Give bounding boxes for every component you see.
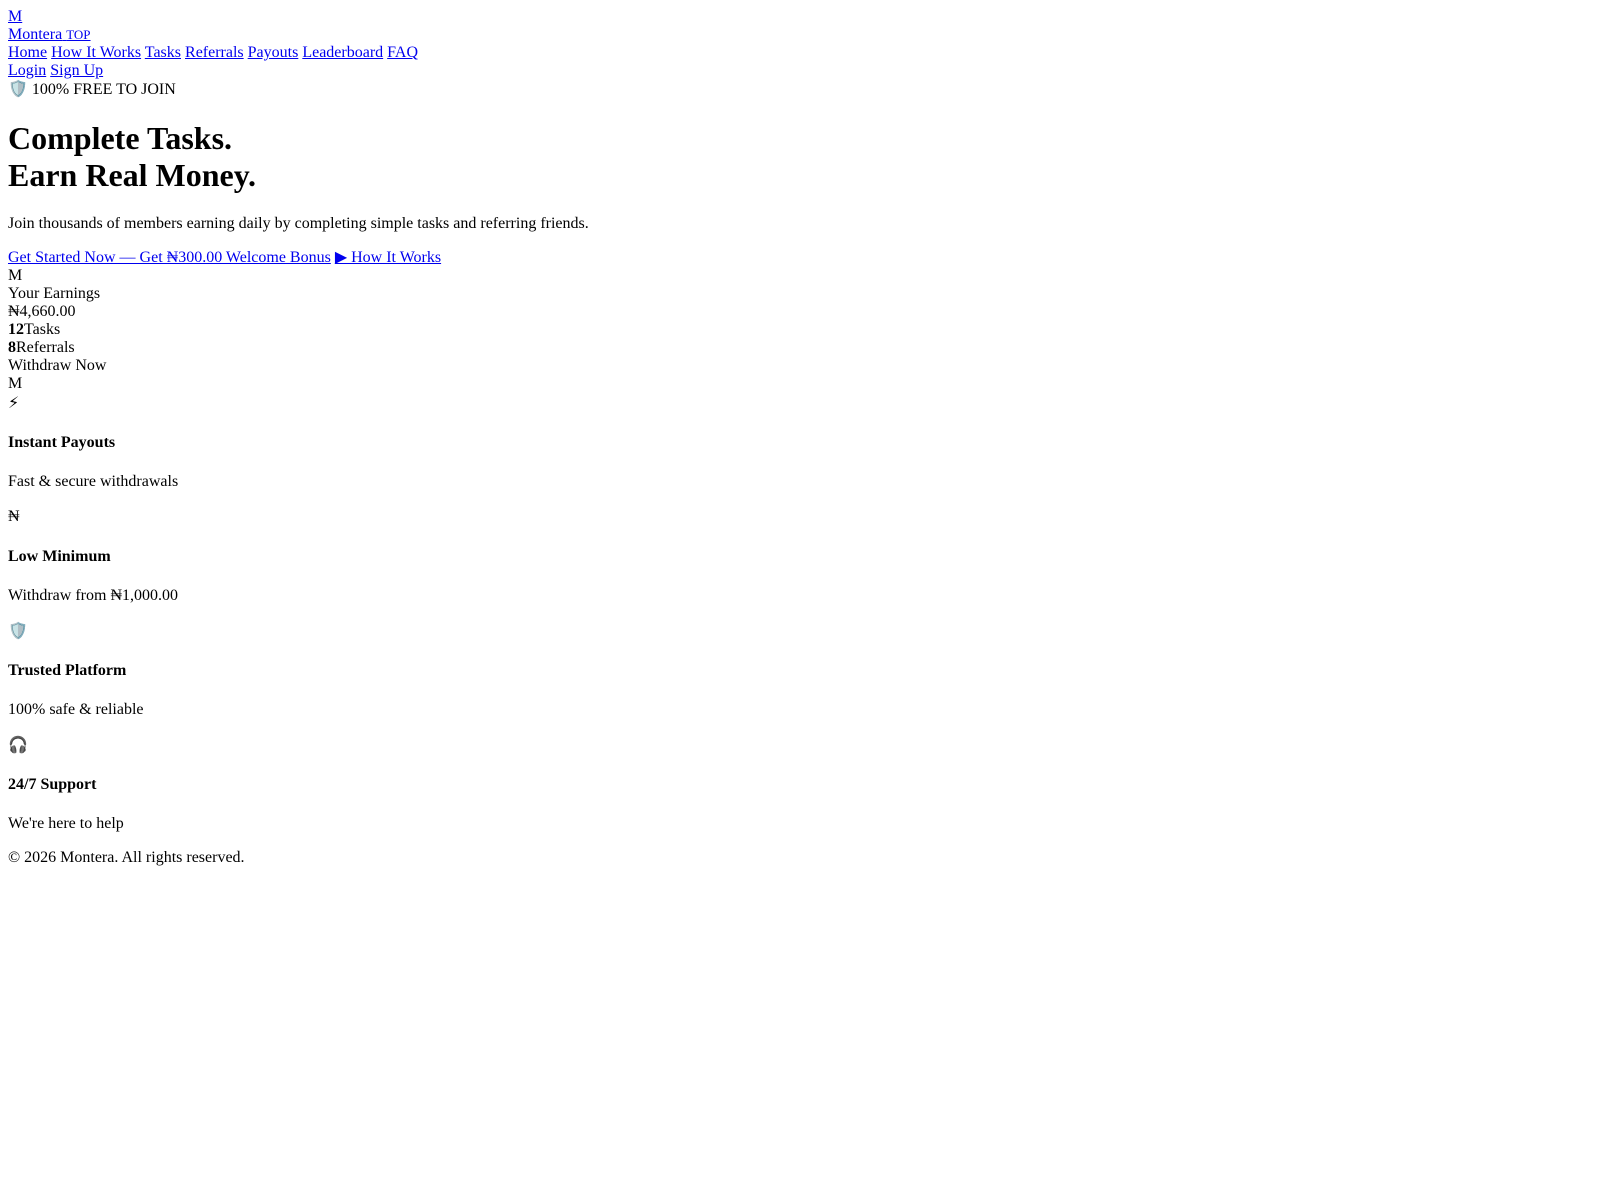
lightning-icon: ⚡ — [8, 393, 20, 412]
nav-home[interactable]: Home — [8, 44, 47, 61]
feature-instant-payouts: ⚡ Instant Payouts Fast & secure withdraw… — [8, 393, 1592, 491]
shield-icon: 🛡️ — [8, 79, 28, 98]
feature-trusted-platform: 🛡️ Trusted Platform 100% safe & reliable — [8, 621, 1592, 719]
withdraw-now-button[interactable]: Withdraw Now — [8, 357, 1592, 375]
shield-icon: 🛡️ — [8, 621, 28, 640]
tasks-stat: 12Tasks — [8, 321, 1592, 339]
tasks-label: Tasks — [24, 321, 61, 338]
brand-name: Montera — [8, 26, 63, 43]
hero-title: Complete Tasks. Earn Real Money. — [8, 120, 1592, 194]
nav-faq[interactable]: FAQ — [387, 44, 418, 61]
hero-title-line2: Earn Real Money. — [8, 157, 256, 193]
nav-tasks[interactable]: Tasks — [145, 44, 181, 61]
earnings-amount: ₦4,660.00 — [8, 303, 76, 320]
feature-support: 🎧 24/7 Support We're here to help — [8, 735, 1592, 833]
page: M Montera TOP Home How It Works Tasks Re… — [0, 0, 1600, 875]
main-nav: Home How It Works Tasks Referrals Payout… — [8, 44, 1592, 62]
hero-cta-row: Get Started Now — Get ₦300.00 Welcome Bo… — [8, 249, 1592, 267]
get-started-button[interactable]: Get Started Now — Get ₦300.00 Welcome Bo… — [8, 249, 331, 266]
referrals-count: 8 — [8, 339, 16, 356]
nav-leaderboard[interactable]: Leaderboard — [302, 44, 383, 61]
feature-low-minimum: ₦ Low Minimum Withdraw from ₦1,000.00 — [8, 507, 1592, 605]
feature-title: 24/7 Support — [8, 776, 97, 793]
feature-title: Trusted Platform — [8, 662, 127, 679]
feature-desc: 100% safe & reliable — [8, 701, 144, 718]
hero-title-line1: Complete Tasks. — [8, 120, 233, 156]
referrals-stat: 8Referrals — [8, 339, 1592, 357]
signup-link[interactable]: Sign Up — [50, 62, 103, 79]
avatar: M — [8, 267, 23, 284]
site-header: M Montera TOP Home How It Works Tasks Re… — [8, 8, 1592, 80]
auth-links: Login Sign Up — [8, 62, 1592, 80]
features-section: ⚡ Instant Payouts Fast & secure withdraw… — [8, 393, 1592, 833]
tasks-count: 12 — [8, 321, 24, 338]
avatar-secondary: M — [8, 375, 23, 392]
login-link[interactable]: Login — [8, 62, 46, 79]
copyright-text: © 2026 Montera. All rights reserved. — [8, 849, 245, 866]
nav-payouts[interactable]: Payouts — [248, 44, 299, 61]
earnings-card: M Your Earnings ₦4,660.00 12Tasks 8Refer… — [8, 267, 1592, 393]
referrals-label: Referrals — [16, 339, 75, 356]
brand-tag: TOP — [66, 27, 91, 42]
site-footer: © 2026 Montera. All rights reserved. — [8, 849, 1592, 867]
feature-title: Instant Payouts — [8, 434, 116, 451]
nav-referrals[interactable]: Referrals — [185, 44, 244, 61]
headphones-icon: 🎧 — [8, 735, 28, 754]
earnings-label: Your Earnings — [8, 285, 101, 302]
hero-section: 🛡️ 100% FREE TO JOIN Complete Tasks. Ear… — [8, 80, 1592, 267]
logo-link[interactable]: M — [8, 8, 1592, 26]
brand-link[interactable]: Montera TOP — [8, 26, 1592, 44]
naira-icon: ₦ — [8, 508, 20, 525]
feature-desc: We're here to help — [8, 815, 124, 832]
nav-how-it-works[interactable]: How It Works — [51, 44, 141, 61]
feature-desc: Withdraw from ₦1,000.00 — [8, 587, 178, 604]
badge-text: 100% FREE TO JOIN — [31, 81, 176, 98]
how-it-works-button[interactable]: ▶ How It Works — [335, 249, 441, 266]
feature-title: Low Minimum — [8, 548, 111, 565]
feature-desc: Fast & secure withdrawals — [8, 473, 179, 490]
hero-subtitle: Join thousands of members earning daily … — [8, 215, 589, 232]
free-badge: 🛡️ 100% FREE TO JOIN — [8, 80, 1592, 99]
